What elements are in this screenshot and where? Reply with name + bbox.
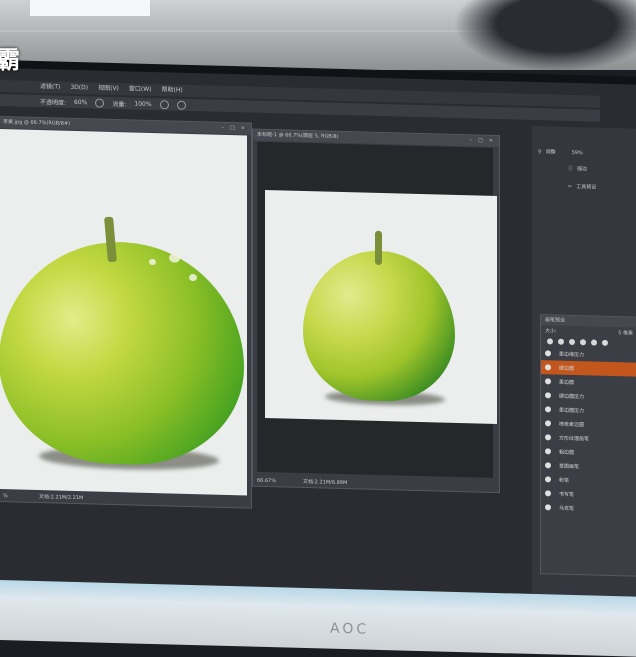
opacity-label: 不透明度: <box>40 98 67 107</box>
water-drop <box>169 253 180 263</box>
water-drop <box>189 273 197 282</box>
brush-preset-dot[interactable] <box>558 338 564 345</box>
apple-stem <box>375 230 382 266</box>
brush-preset-panel: 画笔预设 大小: 5 像素 柔边缘压力 硬边圆 柔边圆 硬边圆压力 柔边圆压力 … <box>540 314 636 577</box>
menu-filter[interactable]: 滤镜(T) <box>40 81 60 94</box>
brush-item[interactable]: 马克笔 <box>541 500 636 517</box>
angle-icon[interactable] <box>176 100 186 110</box>
ceiling-light <box>30 0 150 16</box>
properties-item[interactable]: ⓘ 描边 <box>568 165 587 172</box>
menu-view[interactable]: 视图(V) <box>98 83 119 96</box>
water-drop <box>149 258 156 266</box>
brush-tip-icon <box>545 476 551 483</box>
document-window-left[interactable]: 苹果.jpg @ 66.7%(RGB/8#) – □ × % 文档:2.21M/2.… <box>0 115 252 509</box>
brush-tip-icon <box>545 448 551 455</box>
maximize-icon[interactable]: □ <box>478 136 483 147</box>
brush-preset-dot[interactable] <box>602 339 608 346</box>
menu-help[interactable]: 帮助(H) <box>162 84 183 97</box>
brush-tip-icon <box>545 434 551 441</box>
flow-label: 流量: <box>112 100 127 108</box>
tool-preset-icon: ✂ <box>568 183 573 190</box>
canvas-right[interactable] <box>265 189 497 425</box>
zoom-level-left: % <box>3 493 8 500</box>
apple-left <box>0 238 244 468</box>
minimize-icon[interactable]: – <box>470 135 473 146</box>
info-icon: ⓘ <box>568 165 574 173</box>
brush-tip-icon <box>545 392 551 399</box>
menu-3d[interactable]: 3D(D) <box>70 82 88 94</box>
menu-window[interactable]: 窗口(W) <box>129 83 152 96</box>
brush-tip-icon <box>545 406 551 413</box>
properties-item[interactable]: ⚲ 调整 59% <box>538 148 583 156</box>
close-icon[interactable]: × <box>489 136 493 147</box>
brush-preset-dot[interactable] <box>591 339 597 346</box>
status-right: 文档:2.21M/6.89M <box>303 478 348 487</box>
brush-tip-icon <box>545 504 551 511</box>
brush-tip-icon <box>545 350 551 357</box>
brush-preset-dot[interactable] <box>580 339 586 346</box>
ceiling <box>0 0 636 80</box>
properties-item[interactable]: ✂ 工具预设 <box>568 183 596 190</box>
zoom-level-right: 66.67% <box>257 477 277 485</box>
brush-tip-icon <box>545 462 551 469</box>
brush-tip-icon <box>545 420 551 427</box>
brush-preset-dot[interactable] <box>569 338 575 346</box>
close-icon[interactable]: × <box>241 123 245 134</box>
watermark: 霸 <box>0 46 20 74</box>
flow-value[interactable]: 100% <box>134 100 151 107</box>
screen: 滤镜(T) 3D(D) 视图(V) 窗口(W) 帮助(H) 不透明度: 60% … <box>0 68 636 597</box>
adjust-icon: ⚲ <box>538 148 542 155</box>
monitor-brand-logo: AOC <box>330 620 370 638</box>
minimize-icon[interactable]: – <box>222 123 225 134</box>
canvas-left[interactable] <box>0 128 247 496</box>
monitor: 滤镜(T) 3D(D) 视图(V) 窗口(W) 帮助(H) 不透明度: 60% … <box>0 60 636 657</box>
apple-right <box>303 248 455 403</box>
brush-tip-icon <box>545 378 551 385</box>
opacity-value[interactable]: 60% <box>74 98 87 105</box>
maximize-icon[interactable]: □ <box>230 123 235 134</box>
brush-preset-dot[interactable] <box>547 338 553 345</box>
document-window-right[interactable]: 未标题-1 @ 66.7%(图层 5, RGB/8) – □ × 66.67% 文档… <box>252 128 500 494</box>
pressure-icon[interactable] <box>95 97 105 108</box>
background-person <box>436 0 636 80</box>
brush-tip-icon <box>545 364 551 371</box>
airbrush-icon[interactable] <box>159 99 169 109</box>
status-left: 文档:2.21M/2.21M <box>39 494 84 502</box>
brush-tip-icon <box>545 490 551 497</box>
brush-list: 柔边缘压力 硬边圆 柔边圆 硬边圆压力 柔边圆压力 喷枪柔边圆 方形纹理画笔 粗… <box>541 346 636 517</box>
